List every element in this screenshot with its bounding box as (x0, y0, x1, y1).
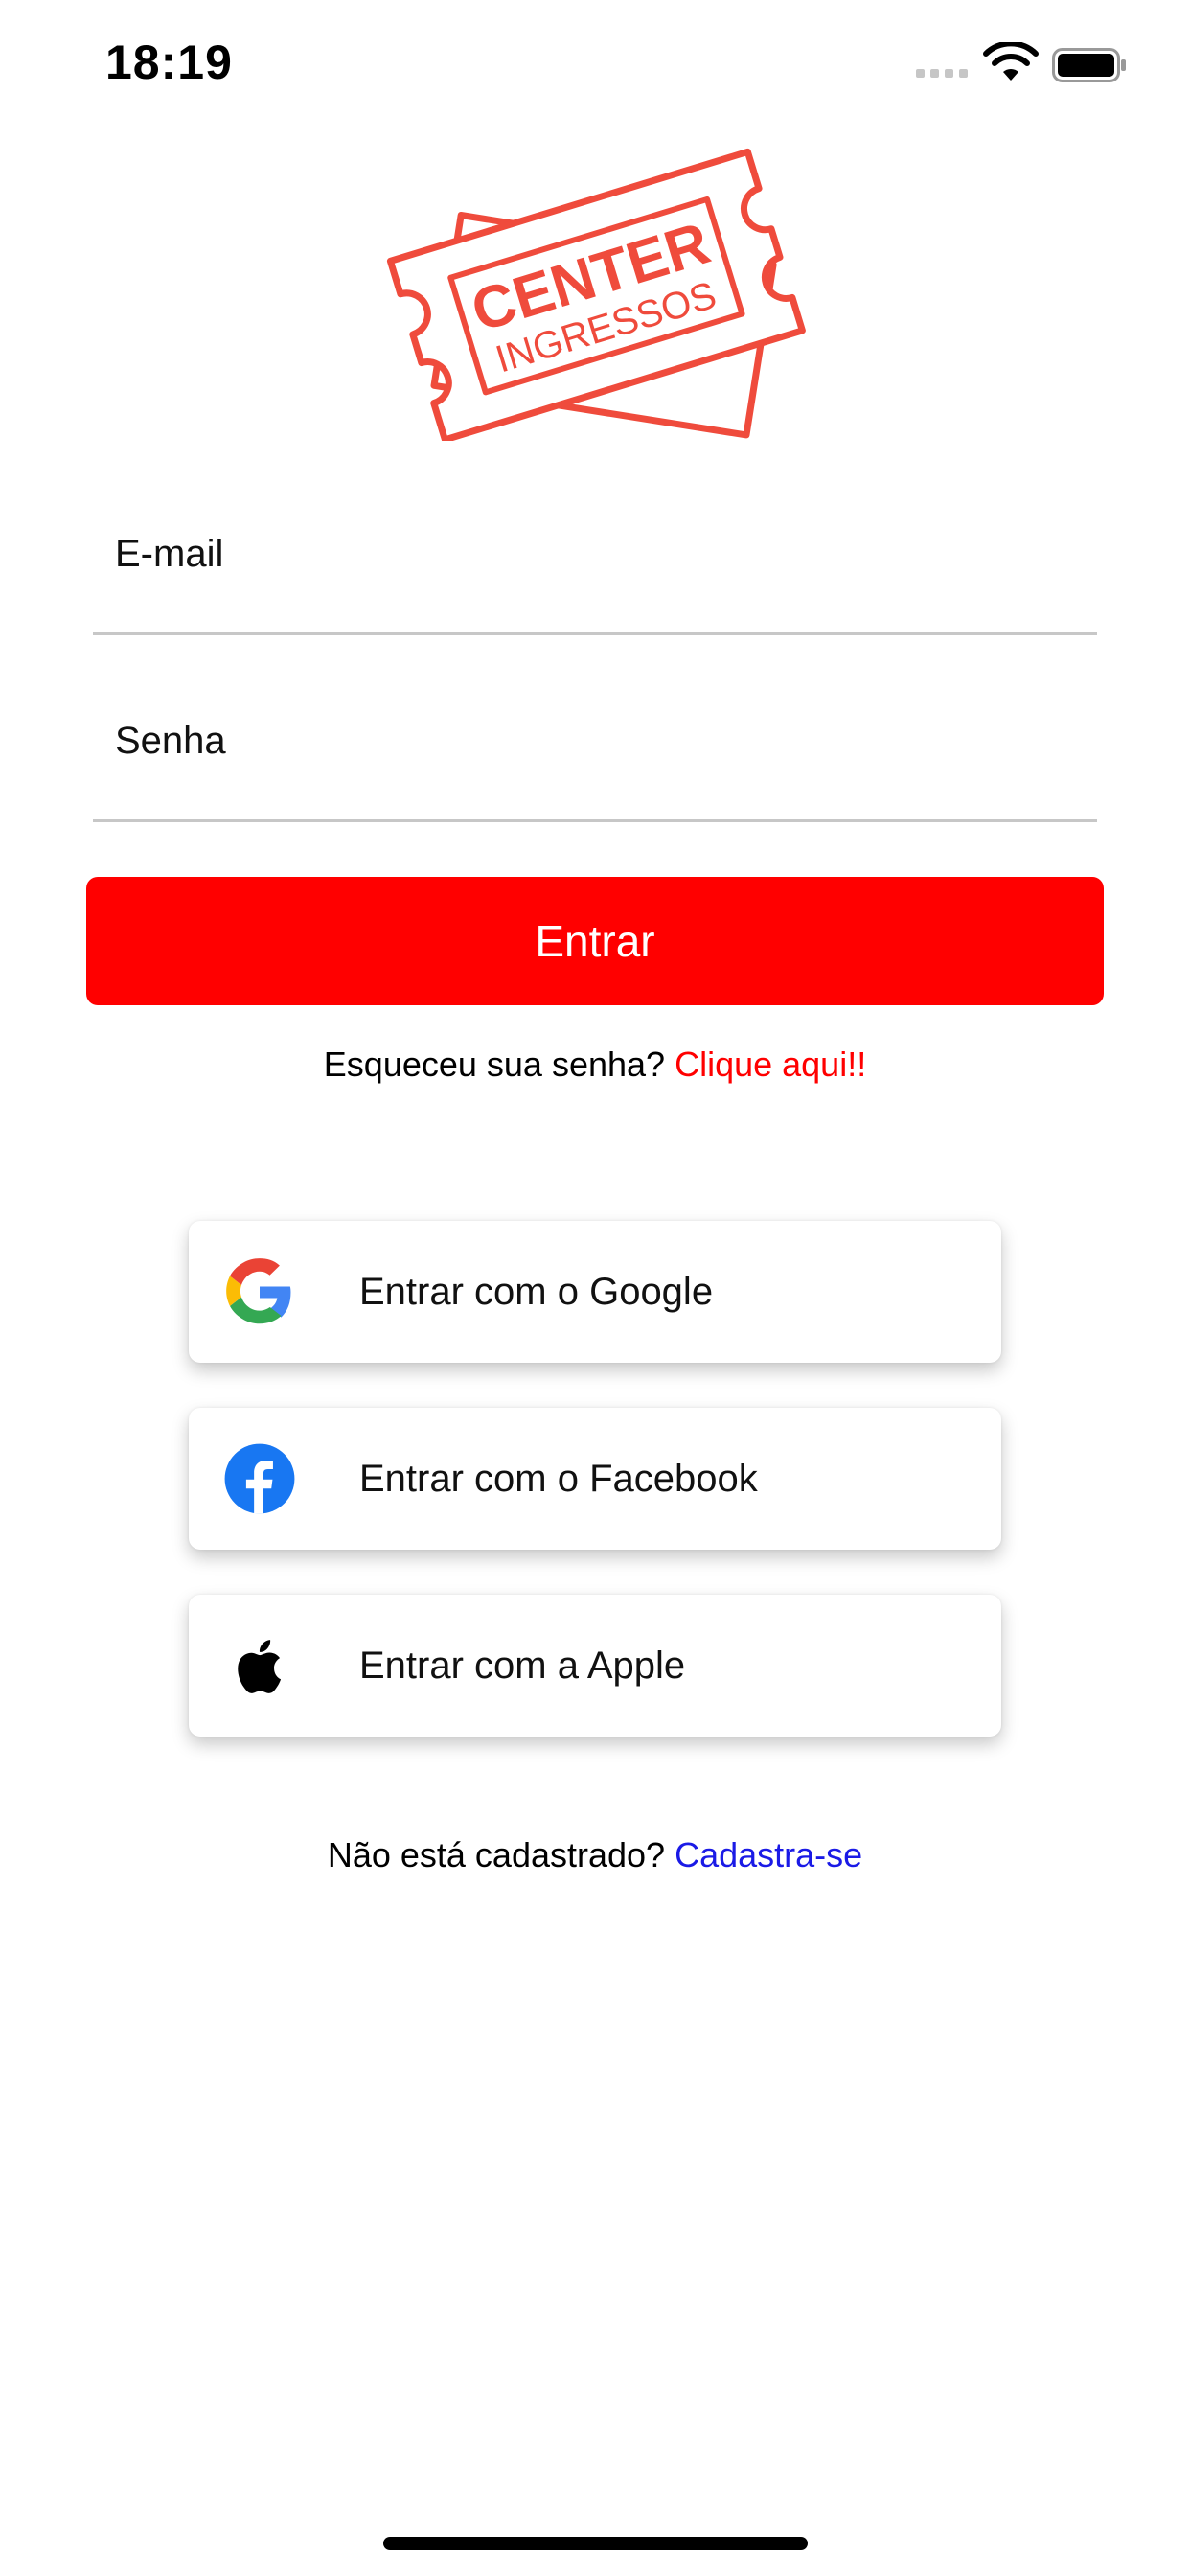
apple-icon (238, 1640, 282, 1693)
battery-icon (1052, 48, 1126, 82)
google-login-label: Entrar com o Google (359, 1270, 714, 1313)
password-input[interactable] (93, 685, 1101, 821)
forgot-password-prompt: Esqueceu sua senha? (323, 1045, 666, 1084)
status-time: 18:19 (105, 35, 233, 89)
facebook-login-button[interactable]: Entrar com o Facebook (189, 1408, 1001, 1550)
home-indicator[interactable] (383, 2537, 808, 2550)
status-bar: 18:19 (0, 0, 1190, 125)
forgot-password-row: Esqueceu sua senha? Clique aqui!! (0, 1045, 1190, 1085)
google-login-button[interactable]: Entrar com o Google (189, 1221, 1001, 1363)
center-ingressos-logo: CENTER INGRESSOS (386, 148, 806, 441)
email-input[interactable] (93, 498, 1101, 634)
password-field[interactable]: Senha (93, 685, 1101, 822)
signal-icon (916, 69, 968, 78)
email-field[interactable]: E-mail (93, 498, 1101, 635)
apple-login-button[interactable]: Entrar com a Apple (189, 1595, 1001, 1736)
google-icon (226, 1258, 291, 1324)
facebook-icon (224, 1443, 295, 1514)
forgot-password-link[interactable]: Clique aqui!! (675, 1045, 866, 1084)
login-button[interactable]: Entrar (86, 877, 1104, 1005)
facebook-login-label: Entrar com o Facebook (359, 1457, 758, 1500)
signup-prompt: Não está cadastrado? (327, 1835, 666, 1874)
apple-login-label: Entrar com a Apple (359, 1644, 686, 1687)
signup-row: Não está cadastrado? Cadastra-se (0, 1835, 1190, 1875)
signup-link[interactable]: Cadastra-se (675, 1835, 862, 1874)
wifi-icon (983, 42, 1039, 80)
